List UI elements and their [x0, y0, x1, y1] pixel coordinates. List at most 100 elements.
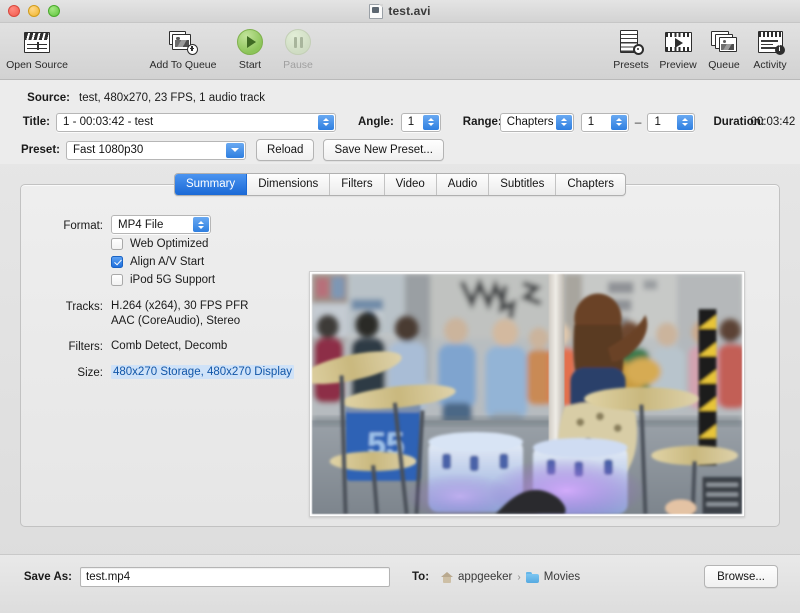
ipod-5g-support-checkbox[interactable]: [111, 274, 123, 286]
web-optimized-label: Web Optimized: [130, 238, 208, 250]
filters-label: Filters:: [41, 339, 103, 353]
title-label: Title:: [20, 116, 50, 128]
activity-button[interactable]: i Activity: [746, 23, 794, 71]
title-select[interactable]: 1 - 00:03:42 - test: [56, 113, 336, 132]
title-select-value: 1 - 00:03:42 - test: [63, 116, 153, 128]
add-to-queue-button[interactable]: Add To Queue: [140, 23, 226, 71]
toolbar-middle-group: Add To Queue Start Pause: [140, 23, 322, 79]
size-label: Size:: [41, 365, 103, 379]
duration-label: Duration:: [713, 116, 743, 128]
tab-summary[interactable]: Summary: [175, 174, 247, 195]
format-row: Format: MP4 File: [21, 215, 779, 234]
preview-label: Preview: [659, 59, 696, 71]
breadcrumb-item-home[interactable]: appgeeker: [458, 571, 512, 583]
range-to-value: 1: [654, 116, 660, 128]
summary-content: Format: MP4 File Web Optimized Align A/V…: [21, 215, 779, 526]
chevron-updown-icon: [556, 115, 572, 130]
pause-button[interactable]: Pause: [274, 23, 322, 71]
preset-select[interactable]: Fast 1080p30: [66, 141, 246, 160]
tab-chapters[interactable]: Chapters: [556, 174, 625, 195]
source-value: test, 480x270, 23 FPS, 1 audio track: [79, 92, 265, 104]
start-button[interactable]: Start: [226, 23, 274, 71]
align-av-start-checkbox[interactable]: [111, 256, 123, 268]
add-to-queue-label: Add To Queue: [150, 59, 217, 71]
destination-to-label: To:: [412, 571, 429, 583]
range-separator: –: [635, 115, 642, 129]
window-titlebar: test.avi: [0, 0, 800, 23]
tab-dimensions[interactable]: Dimensions: [247, 174, 330, 195]
tab-video[interactable]: Video: [385, 174, 437, 195]
queue-button[interactable]: Queue: [702, 23, 746, 71]
angle-label: Angle:: [358, 116, 394, 128]
summary-panel: Format: MP4 File Web Optimized Align A/V…: [20, 184, 780, 527]
activity-log-icon: i: [758, 27, 783, 57]
preset-label: Preset:: [20, 144, 60, 156]
save-as-value: test.mp4: [86, 571, 130, 583]
destination-bar: Save As: test.mp4 To: appgeeker › Movies…: [0, 554, 800, 613]
save-as-input[interactable]: test.mp4: [80, 567, 390, 587]
toolbar-right-group: Presets Preview Queue i: [608, 23, 794, 79]
presets-icon: [620, 27, 643, 57]
align-av-start-row[interactable]: Align A/V Start: [21, 254, 779, 270]
browse-button[interactable]: Browse...: [704, 565, 778, 588]
format-select-value: MP4 File: [118, 219, 163, 231]
angle-select[interactable]: 1: [401, 113, 441, 132]
tracks-value: H.264 (x264), 30 FPS PFR AAC (CoreAudio)…: [111, 299, 248, 328]
range-label: Range:: [463, 116, 493, 128]
save-new-preset-button[interactable]: Save New Preset...: [323, 139, 443, 161]
play-icon: [237, 27, 263, 57]
title-row: Title: 1 - 00:03:42 - test Angle: 1 Rang…: [0, 108, 800, 136]
open-source-button[interactable]: Open Source: [6, 23, 68, 71]
tracks-audio-line: AAC (CoreAudio), Stereo: [111, 315, 240, 327]
range-from-select[interactable]: 1: [581, 113, 629, 132]
activity-label: Activity: [753, 59, 786, 71]
open-source-label: Open Source: [6, 59, 68, 71]
chevron-updown-icon: [423, 115, 439, 130]
video-file-icon: [369, 4, 383, 19]
main-toolbar: Open Source Add To Queue Start: [0, 23, 800, 80]
web-optimized-checkbox[interactable]: [111, 238, 123, 250]
preset-select-value: Fast 1080p30: [73, 144, 143, 156]
tabstrip: Summary Dimensions Filters Video Audio S…: [174, 173, 626, 196]
save-as-row: Save As: test.mp4 To: appgeeker › Movies: [0, 555, 800, 589]
source-label: Source:: [20, 92, 70, 104]
tracks-label: Tracks:: [41, 299, 103, 313]
settings-tabbar: Summary Dimensions Filters Video Audio S…: [20, 173, 780, 195]
range-from-value: 1: [588, 116, 594, 128]
preview-image: 55: [312, 274, 742, 514]
web-optimized-row[interactable]: Web Optimized: [21, 236, 779, 252]
breadcrumb[interactable]: appgeeker › Movies: [441, 571, 580, 583]
chevron-updown-icon: [611, 115, 627, 130]
align-av-start-label: Align A/V Start: [130, 256, 204, 268]
clapperboard-icon: [24, 27, 50, 57]
range-to-select[interactable]: 1: [647, 113, 695, 132]
format-select[interactable]: MP4 File: [111, 215, 211, 234]
range-kind-value: Chapters: [507, 116, 554, 128]
chevron-updown-icon: [677, 115, 693, 130]
filters-value: Comb Detect, Decomb: [111, 339, 227, 354]
chevron-updown-icon: [193, 217, 209, 232]
tab-filters[interactable]: Filters: [330, 174, 384, 195]
queue-stack-icon: [711, 27, 738, 57]
duration-value: 00:03:42: [750, 116, 795, 128]
chevron-updown-icon: [318, 115, 334, 130]
chevron-down-icon: [226, 143, 244, 158]
settings-panel-wrap: Summary Dimensions Filters Video Audio S…: [20, 173, 780, 527]
pause-icon: [285, 27, 311, 57]
breadcrumb-item-movies[interactable]: Movies: [544, 571, 580, 583]
preview-filmstrip-icon: [665, 27, 692, 57]
tab-audio[interactable]: Audio: [437, 174, 489, 195]
preview-thumbnail[interactable]: 55: [309, 271, 745, 517]
source-meta-area: Source: test, 480x270, 23 FPS, 1 audio t…: [0, 80, 800, 164]
reload-preset-button[interactable]: Reload: [256, 139, 314, 161]
start-label: Start: [239, 59, 261, 71]
tab-subtitles[interactable]: Subtitles: [489, 174, 556, 195]
presets-label: Presets: [613, 59, 649, 71]
handbrake-window: test.avi Open Source Add: [0, 0, 800, 613]
presets-button[interactable]: Presets: [608, 23, 654, 71]
angle-select-value: 1: [408, 116, 414, 128]
toolbar-left-group: Open Source: [6, 23, 68, 79]
range-kind-select[interactable]: Chapters: [500, 113, 574, 132]
window-title: test.avi: [0, 0, 800, 22]
preview-button[interactable]: Preview: [654, 23, 702, 71]
